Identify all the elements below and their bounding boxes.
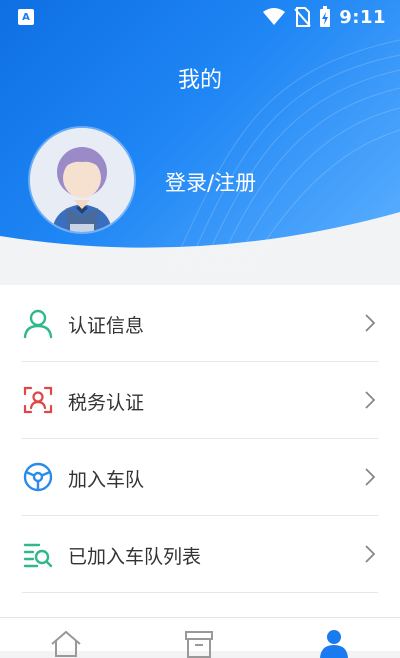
profile-header: A 9:11 我的 登录/注册 [0, 0, 400, 272]
battery-charging-icon [320, 6, 331, 27]
wifi-icon [263, 8, 286, 25]
chevron-right-icon [365, 468, 376, 486]
menu-item-label: 加入车队 [68, 469, 145, 491]
notification-app-letter: A [22, 11, 30, 23]
avatar[interactable] [30, 128, 134, 232]
chevron-right-icon [365, 545, 376, 563]
menu-list: 认证信息 税务认证 加入车队 已加入车队列表 [0, 285, 400, 617]
chevron-right-icon [365, 314, 376, 332]
home-icon[interactable] [49, 628, 83, 658]
menu-item-label: 税务认证 [68, 392, 145, 414]
status-bar: A 9:11 [0, 0, 400, 36]
default-avatar-icon [30, 128, 134, 232]
page-title: 我的 [177, 68, 222, 93]
login-register-link[interactable]: 登录/注册 [165, 167, 256, 197]
profile-icon[interactable] [317, 628, 351, 658]
menu-item-joined-fleet-list[interactable]: 已加入车队列表 [22, 516, 378, 593]
no-sim-icon [294, 7, 311, 27]
steering-wheel-icon [23, 462, 53, 492]
bottom-tab-bar [0, 617, 400, 658]
menu-item-tax-verification[interactable]: 税务认证 [22, 362, 378, 439]
status-time: 9:11 [339, 6, 386, 28]
notification-app-icon: A [18, 9, 34, 25]
menu-item-label: 认证信息 [68, 315, 145, 337]
list-search-icon [23, 543, 53, 568]
box-icon[interactable] [182, 628, 216, 658]
menu-item-verification-info[interactable]: 认证信息 [22, 285, 378, 362]
chevron-right-icon [365, 391, 376, 409]
user-icon [23, 309, 53, 339]
status-icons: 9:11 [263, 6, 386, 28]
face-scan-icon [23, 386, 53, 414]
menu-item-label: 已加入车队列表 [68, 546, 202, 568]
menu-item-join-fleet[interactable]: 加入车队 [22, 439, 378, 516]
